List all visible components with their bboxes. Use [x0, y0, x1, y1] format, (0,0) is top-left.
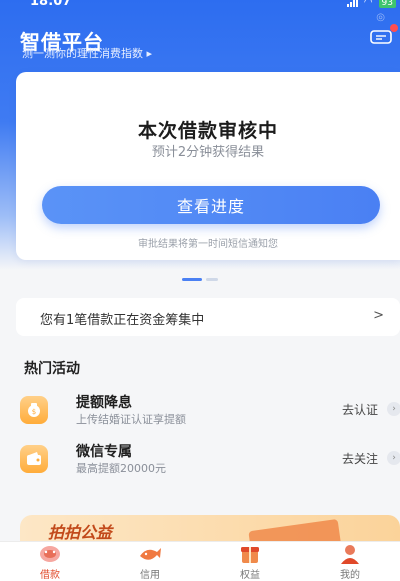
loan-review-card: 本次借款审核中 预计2分钟获得结果 查看进度 审批结果将第一时间短信通知您 — [16, 72, 400, 260]
funding-notice[interactable]: 您有1笔借款正在资金筹集中 > — [16, 298, 400, 336]
money-bag-icon: $ — [20, 396, 48, 424]
chevron-right-icon: › — [387, 451, 400, 465]
activity-title: 提额降息 — [76, 395, 132, 411]
chevron-right-icon: > — [373, 308, 384, 323]
notice-text: 您有1笔借款正在资金筹集中 — [40, 313, 205, 328]
hot-activities-title: 热门活动 — [24, 361, 80, 377]
tab-label: 权益 — [240, 570, 260, 581]
activity-desc: 最高提额20000元 — [76, 462, 166, 475]
activity-action-verify[interactable]: 去认证 — [342, 401, 378, 418]
fish-icon — [140, 548, 161, 560]
activity-item[interactable]: 微信专属 最高提额20000元 去关注 › — [0, 441, 400, 481]
review-subtitle: 预计2分钟获得结果 — [151, 145, 265, 160]
profile-icon — [341, 545, 359, 564]
activity-title: 微信专属 — [76, 444, 132, 460]
piggy-bank-icon — [40, 546, 60, 562]
carousel-dot — [206, 278, 218, 281]
view-progress-button[interactable]: 查看进度 — [42, 186, 380, 224]
watermark-icon: ◎ — [376, 12, 385, 23]
tab-label: 我的 — [340, 570, 360, 581]
tab-profile[interactable]: 我的 — [300, 542, 400, 581]
message-icon[interactable] — [370, 30, 392, 46]
signal-icon — [346, 0, 358, 7]
wifi-icon: ◠ — [363, 0, 373, 8]
carousel-dot-active — [182, 278, 202, 281]
review-note: 审批结果将第一时间短信通知您 — [138, 239, 278, 250]
status-bar: 18:07 ◠ 93 — [0, 0, 400, 14]
status-icons: ◠ 93 — [346, 0, 396, 8]
tab-loan[interactable]: 借款 — [0, 542, 100, 581]
tab-label: 借款 — [40, 570, 60, 581]
bottom-tab-bar: 借款 信用 权益 我的 — [0, 541, 400, 581]
tab-credit[interactable]: 信用 — [100, 542, 200, 581]
wallet-icon — [20, 445, 48, 473]
tab-label: 信用 — [140, 570, 160, 581]
gift-icon — [241, 547, 259, 563]
review-title: 本次借款审核中 — [137, 120, 278, 142]
banner-text: 拍拍公益 — [48, 523, 113, 542]
svg-text:$: $ — [32, 408, 36, 416]
chevron-right-icon: › — [387, 402, 400, 416]
unread-badge — [390, 24, 398, 32]
activity-desc: 上传结婚证认证享提额 — [76, 413, 186, 426]
carousel-indicator — [182, 278, 218, 281]
consumption-index-link[interactable]: 测一测你的理性消费指数 ▸ — [22, 45, 152, 61]
activity-action-follow[interactable]: 去关注 — [342, 450, 378, 467]
battery-icon: 93 — [378, 0, 396, 8]
status-time: 18:07 — [30, 0, 72, 9]
tab-benefits[interactable]: 权益 — [200, 542, 300, 581]
activity-item[interactable]: $ 提额降息 上传结婚证认证享提额 去认证 › — [0, 392, 400, 432]
